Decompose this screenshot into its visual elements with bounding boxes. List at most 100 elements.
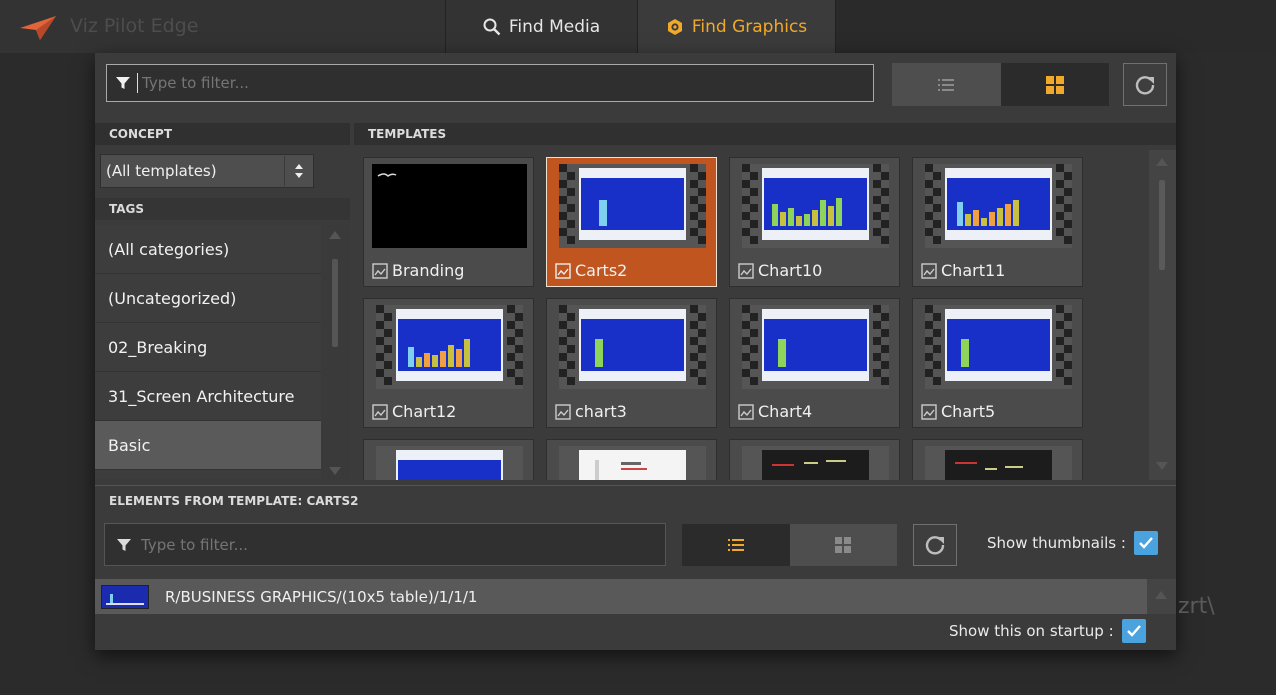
- template-filter-input[interactable]: [140, 73, 873, 93]
- tag-item-more[interactable]: [95, 470, 321, 479]
- templates-scrollbar[interactable]: [1149, 150, 1176, 480]
- tab-find-graphics-label: Find Graphics: [691, 16, 808, 37]
- list-view-button[interactable]: [682, 524, 790, 566]
- template-label: Chart10: [738, 261, 822, 280]
- show-on-startup-checkbox[interactable]: [1121, 619, 1146, 643]
- template-thumbnail: [559, 446, 706, 480]
- element-thumbnail: [101, 584, 149, 609]
- concept-header: CONCEPT: [95, 123, 350, 145]
- top-bar-spacer: [240, 0, 446, 53]
- tags-scroll-thumb[interactable]: [332, 259, 338, 347]
- template-name: Carts2: [575, 261, 628, 280]
- background-watermark: zrt\: [1178, 594, 1215, 619]
- template-card[interactable]: [546, 439, 717, 480]
- template-card-carts2[interactable]: Carts2: [546, 157, 717, 287]
- tags-scrollbar[interactable]: [321, 225, 350, 479]
- template-card-chart3[interactable]: chart3: [546, 298, 717, 428]
- show-on-startup-label: Show this on startup :: [949, 622, 1114, 640]
- filter-icon: [117, 538, 131, 551]
- search-icon: [483, 18, 501, 35]
- refresh-elements-button[interactable]: [913, 524, 957, 566]
- graphics-icon: [667, 18, 682, 35]
- elements-scrollbar[interactable]: [1147, 579, 1176, 614]
- template-label: Chart5: [921, 402, 995, 421]
- tag-item-all-categories[interactable]: (All categories): [95, 225, 321, 274]
- template-name: Chart10: [758, 261, 823, 280]
- template-card-chart5[interactable]: Chart5: [912, 298, 1083, 428]
- template-filter[interactable]: [106, 64, 874, 102]
- template-name: Branding: [392, 261, 465, 280]
- elements-view-toggle[interactable]: [682, 524, 897, 566]
- template-thumbnail: [376, 446, 523, 480]
- template-card[interactable]: [363, 439, 534, 480]
- tag-item-uncategorized[interactable]: (Uncategorized): [95, 274, 321, 323]
- template-thumbnail: [376, 305, 523, 389]
- refresh-icon: [925, 536, 945, 555]
- text-caret: [137, 73, 138, 93]
- top-bar: Viz Pilot Edge Find Media Find Graphics: [0, 0, 1276, 53]
- template-label: Chart4: [738, 402, 812, 421]
- elements-filter-input[interactable]: [139, 534, 665, 555]
- template-name: Chart11: [941, 261, 1006, 280]
- filter-icon: [116, 77, 130, 89]
- tab-find-media-label: Find Media: [508, 16, 601, 37]
- template-label: Branding: [372, 261, 464, 280]
- grid-view-button[interactable]: [1000, 63, 1109, 106]
- template-file-icon: [555, 403, 571, 420]
- tag-item-02-breaking[interactable]: 02_Breaking: [95, 323, 321, 372]
- template-thumbnail: [742, 305, 889, 389]
- template-name: Chart5: [941, 402, 996, 421]
- template-label: Carts2: [555, 261, 627, 280]
- show-on-startup-toggle: Show this on startup :: [949, 619, 1146, 643]
- template-view-toggle[interactable]: [892, 63, 1109, 106]
- template-file-icon: [372, 262, 388, 279]
- template-thumbnail: [925, 305, 1072, 389]
- list-view-button[interactable]: [892, 63, 1001, 106]
- template-thumbnail: [372, 164, 527, 248]
- template-card[interactable]: [729, 439, 900, 480]
- template-thumbnail: [742, 164, 889, 248]
- template-label: Chart12: [372, 402, 456, 421]
- updown-arrows-icon: [284, 156, 313, 186]
- template-card-chart10[interactable]: Chart10: [729, 157, 900, 287]
- template-card-branding[interactable]: Branding: [363, 157, 534, 287]
- template-thumbnail: [559, 305, 706, 389]
- app-name: Viz Pilot Edge: [70, 15, 199, 37]
- refresh-templates-button[interactable]: [1123, 63, 1167, 106]
- show-thumbnails-checkbox[interactable]: [1133, 531, 1158, 555]
- template-card-chart11[interactable]: Chart11: [912, 157, 1083, 287]
- element-list-item[interactable]: R/BUSINESS GRAPHICS/(10x5 table)/1/1/1: [95, 579, 1147, 614]
- grid-view-icon: [835, 537, 852, 553]
- concept-selected-value: (All templates): [106, 162, 217, 180]
- template-file-icon: [372, 403, 388, 420]
- scroll-up-icon: [1155, 591, 1167, 599]
- scroll-down-icon: [1156, 462, 1168, 470]
- template-card-chart4[interactable]: Chart4: [729, 298, 900, 428]
- elements-header: ELEMENTS FROM TEMPLATE: CARTS2: [95, 485, 1176, 515]
- element-path: R/BUSINESS GRAPHICS/(10x5 table)/1/1/1: [165, 587, 478, 606]
- scroll-down-icon: [329, 467, 341, 475]
- tags-header: TAGS: [95, 198, 350, 220]
- template-file-icon: [555, 262, 571, 279]
- template-label: chart3: [555, 402, 627, 421]
- tag-item-31-screen-architecture[interactable]: 31_Screen Architecture: [95, 372, 321, 421]
- show-thumbnails-label: Show thumbnails :: [987, 534, 1126, 552]
- templates-header: TEMPLATES: [354, 123, 1176, 145]
- templates-scroll-thumb[interactable]: [1159, 180, 1165, 270]
- template-card[interactable]: [912, 439, 1083, 480]
- tag-item-basic[interactable]: Basic: [95, 421, 321, 470]
- grid-view-button[interactable]: [789, 524, 897, 566]
- tab-find-graphics[interactable]: Find Graphics: [638, 0, 836, 53]
- list-view-icon: [938, 78, 955, 91]
- scroll-up-icon: [329, 231, 341, 239]
- template-thumbnail: [925, 164, 1072, 248]
- find-graphics-dialog: CONCEPT TEMPLATES (All templates) TAGS (…: [95, 53, 1176, 650]
- concept-dropdown[interactable]: (All templates): [100, 154, 314, 188]
- template-file-icon: [738, 403, 754, 420]
- template-thumbnail: [925, 446, 1072, 480]
- elements-filter[interactable]: [104, 523, 666, 566]
- template-card-chart12[interactable]: Chart12: [363, 298, 534, 428]
- template-thumbnail: [742, 446, 889, 480]
- tab-find-media[interactable]: Find Media: [446, 0, 638, 53]
- list-view-icon: [727, 539, 744, 551]
